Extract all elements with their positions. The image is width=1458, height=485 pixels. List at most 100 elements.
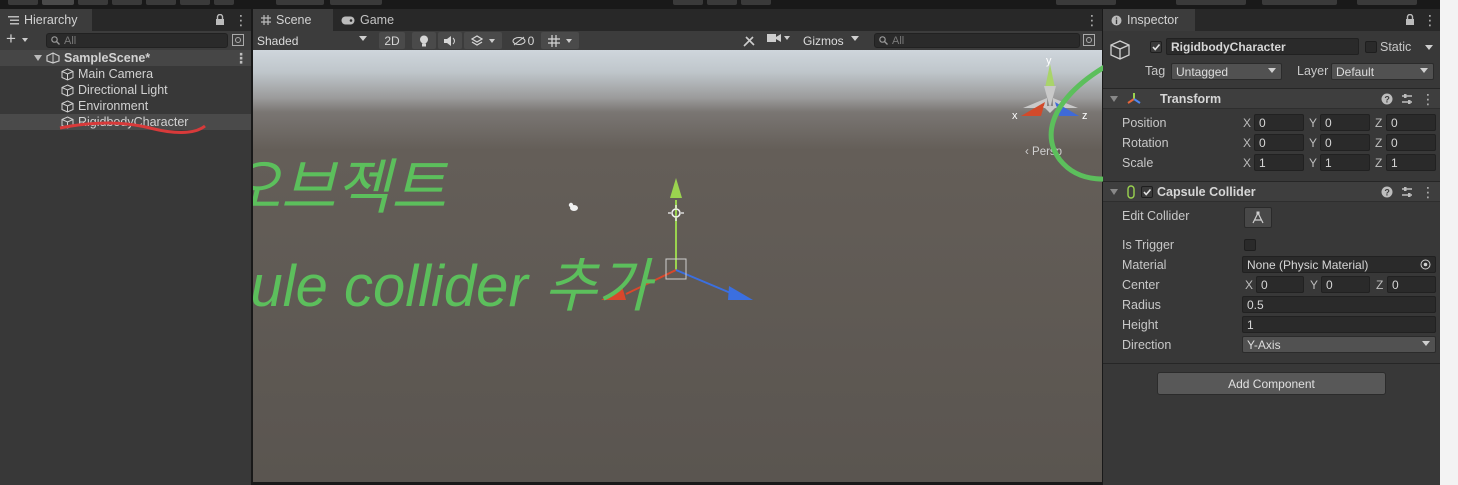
scene-search-input[interactable]: All — [874, 33, 1080, 48]
rotation-z-input[interactable]: 0 — [1386, 134, 1436, 151]
object-name-input[interactable]: RigidbodyCharacter — [1166, 38, 1359, 55]
foldout-arrow-icon[interactable] — [1110, 95, 1118, 102]
expand-arrow-icon[interactable] — [34, 55, 42, 61]
pause-button[interactable] — [707, 0, 737, 5]
shading-mode-dropdown[interactable]: Shaded — [253, 32, 373, 49]
tool-button[interactable] — [146, 0, 176, 5]
center-z-input[interactable]: 0 — [1387, 276, 1436, 293]
desktop-background — [1440, 0, 1458, 485]
kebab-menu-icon[interactable]: ⋮ — [1085, 13, 1099, 27]
tool-button[interactable] — [8, 0, 38, 5]
tools-icon[interactable] — [743, 35, 756, 47]
hierarchy-item-main-camera[interactable]: Main Camera — [0, 66, 251, 82]
effects-dropdown[interactable] — [464, 32, 502, 49]
preset-sliders-icon[interactable] — [1401, 93, 1413, 105]
direction-dropdown[interactable]: Y-Axis — [1242, 336, 1436, 353]
material-object-field[interactable]: None (Physic Material) — [1242, 256, 1436, 273]
scene-name: SampleScene* — [64, 51, 151, 65]
scene-menu-icon[interactable]: ⋮ — [234, 51, 248, 65]
audio-toggle-button[interactable] — [438, 32, 462, 49]
grid-snap-icon — [548, 34, 560, 47]
help-icon[interactable]: ? — [1381, 186, 1393, 198]
tool-button[interactable] — [214, 0, 234, 5]
lighting-toggle-button[interactable] — [412, 32, 436, 49]
static-checkbox[interactable] — [1365, 41, 1377, 53]
layout-dropdown[interactable] — [1176, 0, 1246, 5]
scene-viewport[interactable]: y x z ‹ Persp 브젝트 ule collider 추가 — [253, 50, 1102, 482]
tab-scene[interactable]: Scene — [253, 9, 333, 31]
tool-button[interactable] — [112, 0, 142, 5]
orientation-gizmo[interactable]: y x z — [1012, 55, 1088, 122]
static-dropdown-arrow-icon[interactable] — [1425, 45, 1433, 50]
position-label: Position — [1122, 116, 1167, 130]
scale-x-input[interactable]: 1 — [1254, 154, 1304, 171]
filter-icon[interactable] — [232, 34, 244, 46]
edit-collider-button[interactable] — [1244, 207, 1272, 228]
active-checkbox[interactable] — [1150, 41, 1162, 53]
filter-icon[interactable] — [1083, 34, 1095, 46]
position-x-input[interactable]: 0 — [1254, 114, 1304, 131]
layers-dropdown[interactable] — [1056, 0, 1116, 5]
account-dropdown[interactable] — [1262, 0, 1337, 5]
scene-canvas: y x z ‹ Persp 브젝트 ule collider 추가 — [253, 55, 1088, 319]
gizmo-y-label: y — [1046, 55, 1052, 67]
account-button[interactable] — [276, 0, 324, 5]
persp-label[interactable]: ‹ Persp — [1025, 146, 1062, 158]
height-input[interactable]: 1 — [1242, 316, 1436, 333]
help-icon[interactable]: ? — [1381, 93, 1393, 105]
foldout-arrow-icon[interactable] — [1110, 188, 1118, 195]
hidden-objects-toggle[interactable]: 0 — [508, 32, 538, 49]
cloud-button[interactable] — [330, 0, 382, 5]
step-button[interactable] — [741, 0, 771, 5]
grid-dropdown[interactable] — [541, 32, 579, 49]
preset-sliders-icon[interactable] — [1401, 186, 1413, 198]
scene-row[interactable]: SampleScene* ⋮ — [0, 50, 251, 66]
hierarchy-search-input[interactable]: All — [46, 33, 228, 48]
scale-z-input[interactable]: 1 — [1386, 154, 1436, 171]
lock-icon[interactable] — [1405, 14, 1415, 25]
static-label: Static — [1380, 40, 1412, 54]
component-enabled-checkbox[interactable] — [1141, 185, 1153, 198]
direction-label: Direction — [1122, 338, 1172, 352]
add-component-button[interactable]: Add Component — [1157, 372, 1386, 395]
kebab-menu-icon[interactable]: ⋮ — [1423, 13, 1437, 27]
hierarchy-item-directional-light[interactable]: Directional Light — [0, 82, 251, 98]
gizmo-x-label: x — [1012, 110, 1018, 122]
component-menu-icon[interactable]: ⋮ — [1421, 92, 1435, 106]
object-picker-icon[interactable] — [1420, 259, 1431, 270]
transform-header[interactable]: Transform ? ⋮ — [1103, 88, 1440, 109]
center-x-input[interactable]: 0 — [1256, 276, 1304, 293]
tool-button[interactable] — [180, 0, 210, 5]
component-menu-icon[interactable]: ⋮ — [1421, 185, 1435, 199]
layer-dropdown[interactable]: Default — [1331, 63, 1434, 80]
rotation-x-input[interactable]: 0 — [1254, 134, 1304, 151]
tool-button[interactable] — [78, 0, 108, 5]
is-trigger-checkbox[interactable] — [1244, 239, 1256, 251]
tab-inspector[interactable]: Inspector — [1103, 9, 1195, 31]
lock-icon[interactable] — [215, 14, 225, 25]
scale-y-input[interactable]: 1 — [1320, 154, 1370, 171]
tab-game[interactable]: Game — [333, 9, 403, 31]
tool-button[interactable] — [42, 0, 74, 5]
capsule-collider-header[interactable]: Capsule Collider ? ⋮ — [1103, 181, 1440, 202]
svg-text:?: ? — [1384, 95, 1390, 105]
tag-dropdown[interactable]: Untagged — [1171, 63, 1282, 80]
add-dropdown-arrow-icon[interactable] — [22, 38, 28, 42]
position-z-input[interactable]: 0 — [1386, 114, 1436, 131]
mode-2d-button[interactable]: 2D — [379, 32, 405, 49]
gizmos-dropdown[interactable]: Gizmos — [799, 32, 865, 49]
rotation-label: Rotation — [1122, 136, 1169, 150]
tab-hierarchy[interactable]: Hierarchy — [0, 9, 92, 31]
rotation-y-input[interactable]: 0 — [1320, 134, 1370, 151]
hierarchy-item-rigidbody-character[interactable]: RigidbodyCharacter — [0, 114, 251, 130]
play-button[interactable] — [673, 0, 703, 5]
add-button[interactable]: + — [6, 29, 16, 49]
radius-input[interactable]: 0.5 — [1242, 296, 1436, 313]
center-y-input[interactable]: 0 — [1321, 276, 1370, 293]
position-y-input[interactable]: 0 — [1320, 114, 1370, 131]
hierarchy-item-environment[interactable]: Environment — [0, 98, 251, 114]
camera-gizmo-icon[interactable] — [568, 202, 578, 211]
camera-dropdown[interactable] — [767, 33, 790, 43]
kebab-menu-icon[interactable]: ⋮ — [234, 13, 248, 27]
layout-button[interactable] — [1357, 0, 1417, 5]
